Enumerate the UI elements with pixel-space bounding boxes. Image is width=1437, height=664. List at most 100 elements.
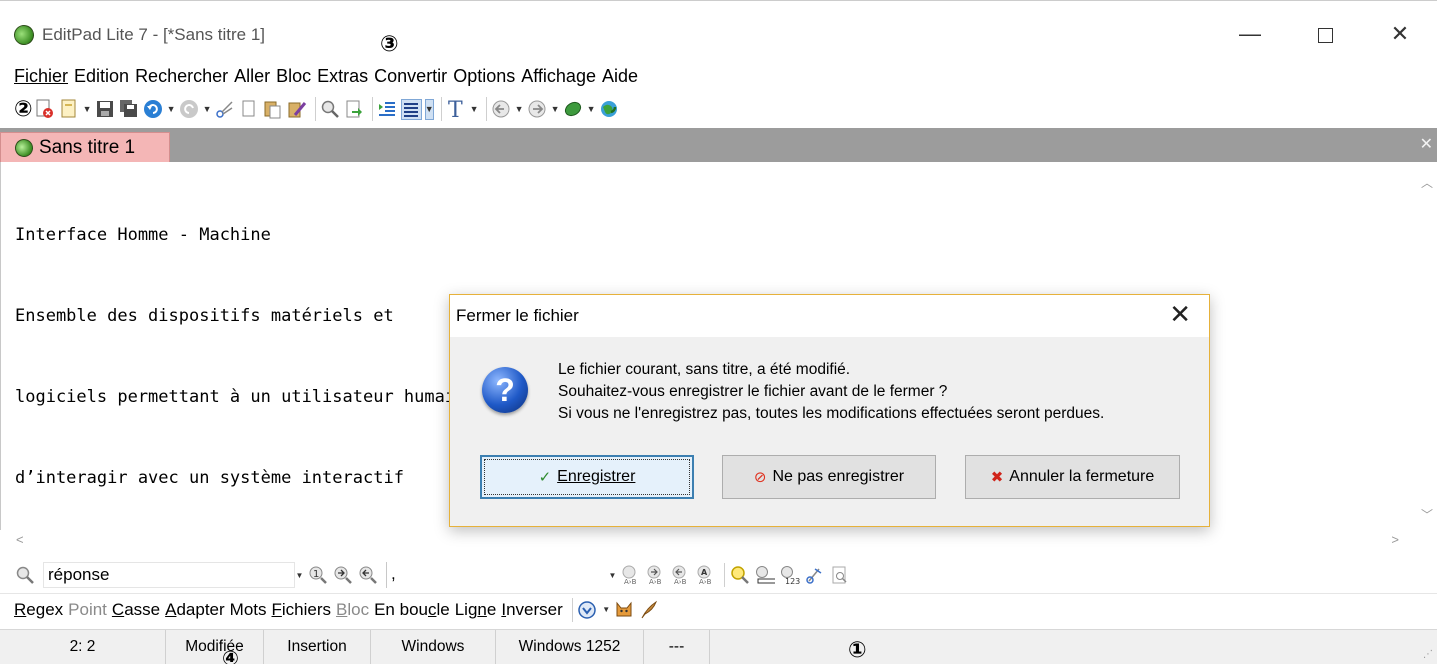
maximize-button[interactable] xyxy=(1305,17,1345,51)
menu-aide[interactable]: Aide xyxy=(602,62,638,90)
window-title: EditPad Lite 7 - [*Sans titre 1] xyxy=(42,25,266,44)
search-history-options-dropdown[interactable]: ▼ xyxy=(602,605,611,614)
replace-previous-icon[interactable]: A›B xyxy=(670,565,691,586)
replace-icon[interactable]: A›B xyxy=(620,565,641,586)
back-button[interactable] xyxy=(491,99,512,120)
menu-convertir[interactable]: Convertir xyxy=(374,62,447,90)
indent-icon xyxy=(379,102,396,116)
menu-fichier[interactable]: Fichier xyxy=(14,62,68,90)
find-button[interactable] xyxy=(320,99,341,120)
highlight-icon[interactable] xyxy=(729,565,750,586)
forward-button[interactable] xyxy=(527,99,548,120)
cancel-close-button[interactable]: ✖ Annuler la fermeture xyxy=(965,455,1180,499)
find-first-icon[interactable]: 1 xyxy=(307,565,328,586)
vertical-scrollbar[interactable]: ︿ ﹀ xyxy=(1417,162,1437,542)
web-update-button[interactable] xyxy=(599,99,620,120)
menu-affichage[interactable]: Affichage xyxy=(521,62,596,90)
find-next-icon[interactable] xyxy=(332,565,353,586)
scroll-right-icon[interactable]: > xyxy=(1391,532,1399,547)
replace-all-icon[interactable]: A A›B xyxy=(695,565,716,586)
word-wrap-dropdown[interactable]: ▼ xyxy=(424,98,434,120)
toolbar-separator xyxy=(314,97,316,121)
cut-button[interactable] xyxy=(215,99,236,120)
save-button[interactable] xyxy=(95,99,116,120)
resize-grip-icon[interactable]: ⋰ xyxy=(1423,649,1433,660)
editpad-logo-button[interactable] xyxy=(563,99,584,120)
menu-extras[interactable]: Extras xyxy=(317,62,368,90)
forward-dropdown[interactable]: ▼ xyxy=(551,104,560,114)
find-in-files-button[interactable] xyxy=(344,99,365,120)
find-in-page-icon[interactable] xyxy=(829,565,850,586)
cat-icon[interactable] xyxy=(614,599,635,620)
menu-options-label: Options xyxy=(453,66,516,86)
back-dropdown[interactable]: ▼ xyxy=(515,104,524,114)
replace-input[interactable]: , xyxy=(386,562,608,588)
status-line-break[interactable]: Windows xyxy=(371,630,496,664)
annotation-4: ④ xyxy=(222,646,239,664)
dont-save-button[interactable]: ⊘ Ne pas enregistrer xyxy=(722,455,936,499)
paste-button[interactable] xyxy=(263,99,284,120)
editpad-logo-dropdown[interactable]: ▼ xyxy=(587,104,596,114)
option-en-boucle[interactable]: En boucle xyxy=(374,600,450,620)
find-previous-icon[interactable] xyxy=(357,565,378,586)
option-fichiers[interactable]: Fichiers xyxy=(272,600,332,620)
count-matches-icon[interactable]: 123 xyxy=(779,565,800,586)
svg-text:1: 1 xyxy=(313,569,319,580)
replace-next-icon[interactable]: A›B xyxy=(645,565,666,586)
menu-aller[interactable]: Aller xyxy=(234,62,270,90)
tab-sans-titre-1[interactable]: Sans titre 1 xyxy=(0,132,170,162)
dialog-title-bar: Fermer le fichier ✕ xyxy=(450,295,1209,337)
search-history-icon[interactable] xyxy=(577,599,598,620)
search-input[interactable]: réponse xyxy=(43,562,295,588)
font-dropdown[interactable]: ▼ xyxy=(470,104,479,114)
option-point[interactable]: Point xyxy=(68,600,107,620)
option-casse[interactable]: Casse xyxy=(112,600,160,620)
font-button[interactable]: T xyxy=(446,98,467,120)
close-file-dialog: Fermer le fichier ✕ ? Le fichier courant… xyxy=(449,294,1210,527)
status-extra: --- xyxy=(644,630,710,664)
menu-options[interactable]: Options xyxy=(453,62,515,90)
edit-clipboard-button[interactable] xyxy=(287,99,308,120)
search-history-dropdown[interactable]: ▼ xyxy=(295,571,304,580)
status-encoding[interactable]: Windows 1252 xyxy=(496,630,644,664)
menu-rechercher[interactable]: Rechercher xyxy=(135,62,228,90)
horizontal-scrollbar[interactable]: < > xyxy=(0,530,1437,552)
close-window-button[interactable]: ✕ xyxy=(1380,17,1420,51)
option-bloc[interactable]: Bloc xyxy=(336,600,369,620)
quill-icon[interactable] xyxy=(639,599,660,620)
option-regex[interactable]: Regex xyxy=(14,600,63,620)
option-mots[interactable]: Mots xyxy=(230,600,267,620)
dialog-close-button[interactable]: ✕ xyxy=(1169,299,1191,330)
close-file-button[interactable] xyxy=(35,99,56,120)
status-bar: 2: 2 Modifiée Insertion Windows Windows … xyxy=(0,629,1437,664)
menu-aide-label: Aide xyxy=(601,66,638,86)
undo-button[interactable] xyxy=(143,99,164,120)
indent-button[interactable] xyxy=(377,99,398,120)
menu-edition[interactable]: Edition xyxy=(74,62,129,90)
minimize-button[interactable]: — xyxy=(1230,17,1270,51)
scroll-down-icon[interactable]: ﹀ xyxy=(1421,506,1433,523)
scroll-up-icon[interactable]: ︿ xyxy=(1421,174,1433,191)
fold-icon[interactable] xyxy=(804,565,825,586)
redo-button[interactable] xyxy=(179,99,200,120)
option-inverser[interactable]: Inverser xyxy=(501,600,562,620)
scroll-left-icon[interactable]: < xyxy=(16,532,24,547)
globe-refresh-icon xyxy=(601,101,618,117)
redo-dropdown[interactable]: ▼ xyxy=(203,104,212,114)
select-matches-icon[interactable] xyxy=(754,565,775,586)
menu-bloc[interactable]: Bloc xyxy=(276,62,311,90)
undo-dropdown[interactable]: ▼ xyxy=(167,104,176,114)
forward-arrow-icon xyxy=(528,100,546,118)
new-file-dropdown[interactable]: ▼ xyxy=(83,104,92,114)
replace-history-dropdown[interactable]: ▼ xyxy=(608,571,617,580)
word-wrap-button[interactable] xyxy=(400,98,422,120)
save-all-button[interactable] xyxy=(119,99,140,120)
save-file-button[interactable]: ✓ Enregistrer xyxy=(480,455,694,499)
status-insert-mode[interactable]: Insertion xyxy=(264,630,371,664)
editor-content[interactable]: Interface Homme - Machine Ensemble des d… xyxy=(15,168,465,546)
option-ligne[interactable]: Ligne xyxy=(455,600,497,620)
close-tab-icon[interactable]: ✕ xyxy=(1420,134,1433,154)
new-file-button[interactable] xyxy=(59,99,80,120)
option-adapter[interactable]: Adapter xyxy=(165,600,225,620)
copy-button[interactable] xyxy=(239,99,260,120)
